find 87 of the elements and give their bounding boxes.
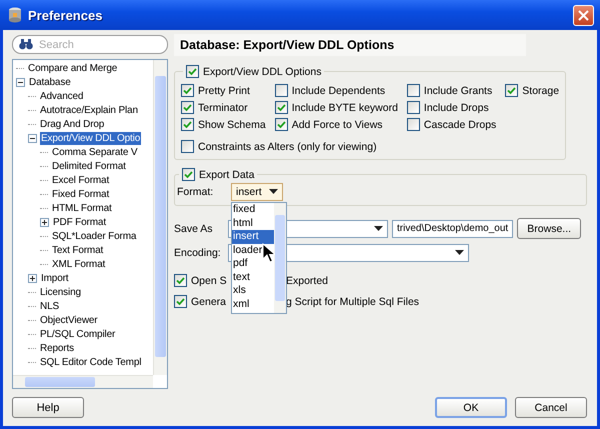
tree-item[interactable]: XML Format (51, 258, 106, 270)
checkbox-label[interactable]: Cascade Drops (424, 118, 496, 130)
checkbox-label[interactable]: Pretty Print (198, 84, 250, 96)
checkbox[interactable] (181, 140, 194, 153)
tree-item[interactable]: Database (28, 76, 72, 88)
dropdown-option[interactable]: html (232, 216, 274, 230)
cursor-icon (262, 243, 275, 263)
checkbox-label[interactable]: Genera (191, 296, 226, 308)
tree-item[interactable]: HTML Format (51, 202, 113, 214)
checkbox-label[interactable]: Include Grants (424, 84, 492, 96)
browse-button[interactable]: Browse... (517, 218, 582, 239)
checkbox[interactable] (406, 101, 420, 114)
checkbox-label[interactable]: Terminator (198, 102, 248, 114)
tree-item[interactable]: Compare and Merge (27, 62, 118, 74)
dialog-button[interactable]: OK (435, 397, 507, 418)
checkbox[interactable] (274, 84, 288, 97)
dropdown-option[interactable]: insert (232, 230, 274, 244)
checkbox-label[interactable]: Export Data (199, 168, 254, 180)
checkbox-label[interactable]: Storage (522, 84, 560, 96)
tree-item[interactable]: Import (40, 272, 70, 284)
dropdown-arrow-icon (269, 189, 278, 195)
app-icon (8, 7, 22, 23)
dropdown-option[interactable]: xml (232, 298, 274, 311)
close-button[interactable] (573, 4, 594, 26)
tree-item[interactable]: Comma Separate V (51, 146, 138, 158)
tree-item[interactable]: PDF Format (52, 216, 107, 228)
checkbox-label[interactable]: Include BYTE keyword (292, 102, 398, 114)
checkbox-label[interactable]: Open S (191, 274, 227, 286)
tree-item[interactable]: Fixed Format (51, 188, 110, 200)
tree-item[interactable]: SQL Editor Code Templ (39, 356, 142, 368)
field-label: Encoding: (174, 247, 221, 259)
checkbox[interactable] (174, 295, 187, 308)
tree-item[interactable]: Licensing (39, 286, 82, 298)
close-icon (578, 10, 589, 20)
page-title: Database: Export/View DDL Options (174, 34, 526, 56)
dropdown-arrow-icon (455, 250, 464, 256)
checkbox[interactable] (406, 84, 420, 97)
checkbox[interactable] (181, 118, 194, 131)
field-label: Save As (174, 222, 213, 234)
help-button[interactable]: Help (12, 397, 84, 418)
tree-item[interactable]: Advanced (39, 90, 84, 102)
checkbox-label[interactable]: Export/View DDL Options (203, 66, 322, 78)
checkbox-label[interactable]: Include Drops (424, 102, 489, 114)
minus-box-icon[interactable] (28, 134, 37, 142)
checkbox-label[interactable]: Include Dependents (292, 84, 386, 96)
checkbox[interactable] (274, 118, 288, 131)
dropdown-arrow-icon (374, 226, 383, 232)
tree-item[interactable]: Reports (39, 342, 75, 354)
checkbox[interactable] (182, 168, 195, 181)
field-label: Format: (177, 186, 214, 198)
plus-box-icon[interactable] (40, 218, 49, 226)
dropdown-option[interactable]: xls (232, 284, 274, 298)
format-dropdown[interactable]: insert (231, 183, 283, 201)
checkbox[interactable] (274, 101, 288, 114)
minus-box-icon[interactable] (16, 78, 25, 86)
tree-item[interactable]: Excel Format (51, 174, 110, 186)
vertical-scrollbar[interactable] (153, 60, 167, 375)
dropdown-option[interactable]: text (232, 270, 274, 284)
list-scrollbar[interactable] (274, 203, 286, 313)
checkbox[interactable] (174, 274, 187, 287)
horizontal-scrollbar[interactable] (13, 375, 153, 388)
checkbox-label[interactable]: Constraints as Alters (only for viewing) (198, 140, 377, 152)
dropdown-option[interactable]: pdf (232, 257, 274, 270)
dropdown-option[interactable]: fixed (232, 203, 274, 216)
checkbox-label[interactable]: Add Force to Views (292, 118, 383, 130)
checkbox[interactable] (505, 84, 518, 97)
path-field[interactable]: trived\Desktop\demo_out (392, 220, 514, 238)
checkbox-label[interactable]: Show Schema (198, 118, 266, 130)
checkbox[interactable] (186, 65, 199, 78)
tree-item[interactable]: ObjectViewer (39, 314, 98, 326)
tree-item[interactable]: Text Format (51, 244, 104, 256)
checkbox[interactable] (181, 101, 194, 114)
tree-item[interactable]: SQL*Loader Forma (51, 230, 138, 242)
tree-item[interactable]: Autotrace/Explain Plan (39, 104, 139, 116)
checkbox[interactable] (406, 118, 420, 131)
window-title: Preferences (28, 8, 104, 22)
checkbox-label[interactable]: Exported (286, 274, 328, 286)
dialog-button[interactable]: Cancel (515, 397, 587, 418)
tree-item[interactable]: Drag And Drop (39, 118, 106, 130)
binoculars-icon (19, 39, 33, 50)
checkbox[interactable] (181, 84, 194, 97)
tree-item[interactable]: PL/SQL Compiler (39, 328, 116, 340)
tree-item[interactable]: Export/View DDL Optio (40, 132, 142, 144)
tree-item[interactable]: NLS (39, 300, 60, 312)
search-field[interactable]: Search (12, 35, 168, 54)
plus-box-icon[interactable] (28, 274, 37, 282)
tree-item[interactable]: Delimited Format (51, 160, 127, 172)
